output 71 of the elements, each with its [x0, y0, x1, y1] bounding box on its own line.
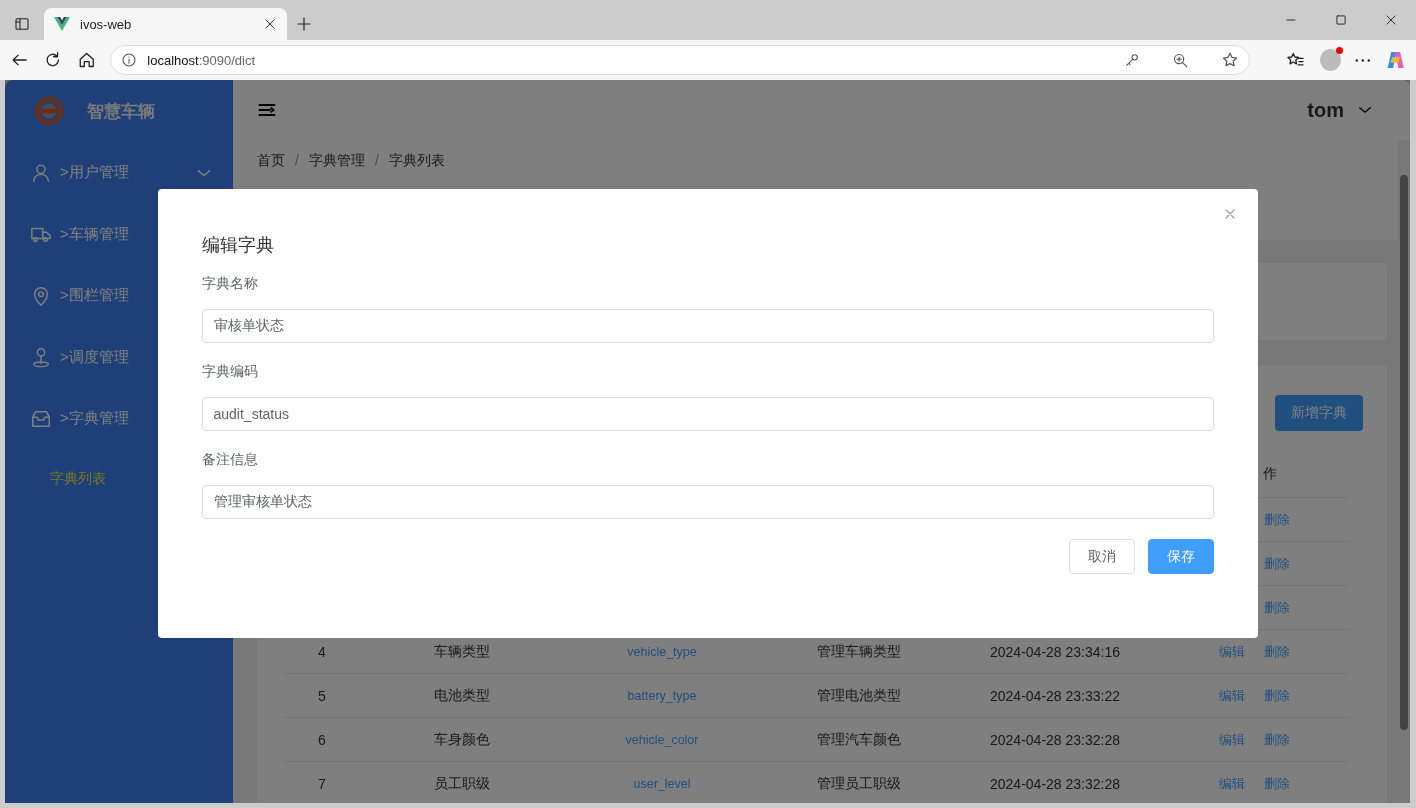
cancel-button[interactable]: 取消	[1068, 539, 1135, 574]
table-cell: 2024-04-28 23:32:28	[990, 731, 1120, 748]
breadcrumb-item[interactable]: 首页	[257, 152, 285, 170]
browser-tab[interactable]: ivos-web	[44, 8, 287, 40]
table-cell: 5	[318, 687, 326, 704]
close-icon	[1384, 13, 1398, 27]
edit-link[interactable]: 编辑	[1219, 774, 1245, 793]
code-cell: vehicle_color	[625, 732, 699, 747]
table-cell: 管理员工职级	[817, 774, 901, 793]
field-label: 备注信息	[201, 451, 258, 469]
breadcrumb-item[interactable]: 字典管理	[308, 152, 365, 170]
table-cell: 车身颜色	[434, 730, 490, 749]
table-cell: 7	[318, 775, 326, 792]
zoom-icon	[1172, 51, 1190, 69]
brand-title: 智慧车辆	[87, 100, 155, 123]
table-cell: 2024-04-28 23:32:28	[990, 775, 1120, 792]
table-cell: 员工职级	[434, 774, 490, 793]
delete-link[interactable]: 删除	[1264, 730, 1290, 749]
delete-link[interactable]: 删除	[1264, 598, 1290, 617]
table-cell: 管理电池类型	[817, 686, 901, 705]
input-field[interactable]: 管理审核单状态	[201, 485, 1214, 519]
delete-link[interactable]: 删除	[1264, 774, 1290, 793]
breadcrumb-separator: /	[374, 152, 379, 168]
close-icon	[263, 17, 277, 31]
sidebar-item[interactable]: >用户管理	[5, 142, 233, 204]
breadcrumb-separator: /	[295, 152, 299, 168]
address-bar[interactable]: localhost:9090/dict	[110, 45, 1251, 75]
dialog-title: 编辑字典	[201, 234, 274, 257]
star-icon	[1221, 51, 1240, 69]
code-cell: vehicle_type	[627, 644, 697, 659]
edit-link[interactable]: 编辑	[1219, 642, 1245, 661]
sidebar-icon	[14, 16, 30, 32]
column-header: 作	[1263, 465, 1277, 483]
table-cell: 车辆类型	[434, 642, 490, 661]
table-cell: 2024-04-28 23:33:22	[990, 687, 1120, 704]
person-pin-icon	[30, 346, 52, 369]
info-icon	[121, 52, 138, 68]
delete-link[interactable]: 删除	[1264, 642, 1290, 661]
key-icon	[1124, 52, 1141, 68]
table-cell: 电池类型	[434, 686, 490, 705]
table-cell: 6	[318, 731, 326, 748]
code-cell: battery_type	[627, 688, 697, 703]
field-label: 字典名称	[201, 275, 258, 293]
delete-link[interactable]: 删除	[1264, 554, 1290, 573]
code-cell: user_level	[633, 776, 691, 791]
table-cell: 管理汽车颜色	[817, 730, 901, 749]
delete-link[interactable]: 删除	[1264, 686, 1290, 705]
save-button[interactable]: 保存	[1147, 539, 1214, 574]
edit-link[interactable]: 编辑	[1219, 730, 1245, 749]
user-name[interactable]: tom	[1307, 98, 1344, 122]
table-cell: 管理车辆类型	[817, 642, 901, 661]
submenu-item[interactable]: 字典列表	[50, 469, 106, 488]
table-cell: 2024-04-28 23:34:16	[990, 643, 1120, 660]
new-tab-icon	[295, 15, 313, 33]
breadcrumb-item[interactable]: 字典列表	[388, 152, 445, 170]
edit-link[interactable]: 编辑	[1219, 686, 1245, 705]
add-button[interactable]: 新增字典	[1275, 395, 1363, 431]
delete-link[interactable]: 删除	[1264, 510, 1290, 529]
profile-avatar[interactable]	[1319, 49, 1341, 71]
table-cell: 4	[318, 643, 326, 660]
tab-title: ivos-web	[80, 16, 133, 32]
menu-label: >围栏管理	[60, 286, 130, 306]
input-field[interactable]: 审核单状态	[201, 309, 1214, 343]
field-label: 字典编码	[201, 363, 258, 381]
menu-label: >用户管理	[60, 163, 130, 183]
menu-label: >车辆管理	[60, 224, 130, 244]
menu-label: >调度管理	[60, 347, 130, 367]
v-logo-icon	[54, 17, 70, 31]
more-icon[interactable]	[1355, 58, 1371, 62]
maximize-icon	[1334, 13, 1348, 27]
input-field[interactable]: audit_status	[201, 397, 1214, 431]
